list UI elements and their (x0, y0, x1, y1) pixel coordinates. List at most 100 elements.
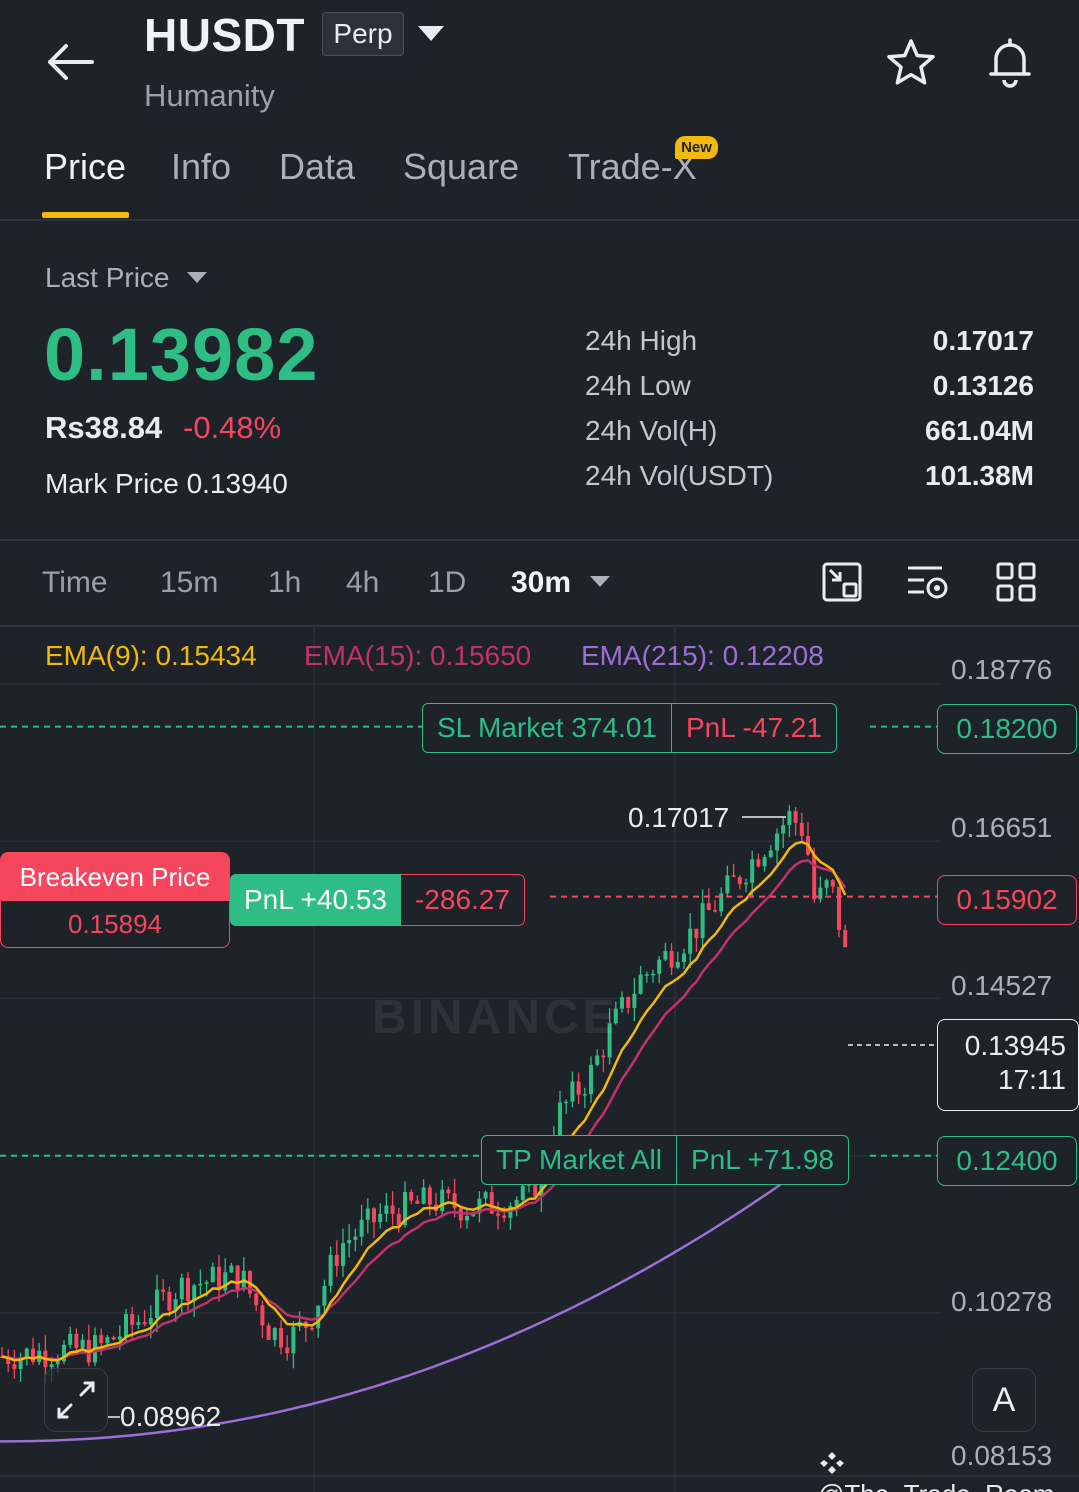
ema215-legend: EMA(215): 0.12208 (581, 640, 824, 671)
tab-price[interactable]: Price (44, 146, 126, 188)
candlestick (589, 1056, 593, 1103)
candlestick (353, 1228, 358, 1252)
axis-label: 0.16651 (951, 812, 1053, 843)
candlestick (694, 928, 699, 952)
ema9-legend: EMA(9): 0.15434 (45, 640, 257, 671)
candlestick-chart[interactable] (0, 626, 1079, 1492)
candlestick (210, 1262, 215, 1283)
candlestick (136, 1314, 141, 1330)
caret-down-icon[interactable] (187, 272, 207, 283)
candlestick (198, 1269, 203, 1295)
sl-order-box[interactable]: SL Market 374.01 PnL -47.21 (422, 703, 837, 753)
candlestick (427, 1184, 432, 1216)
interval-1h[interactable]: 1h (268, 566, 301, 600)
candlestick (843, 924, 848, 948)
bell-icon[interactable] (982, 34, 1038, 90)
binance-logo-icon (820, 1452, 844, 1474)
stat-value-24h-vol-base: 661.04M (925, 415, 1034, 446)
ema215-line (0, 1148, 831, 1443)
candlestick (12, 1349, 17, 1379)
candlestick (781, 816, 786, 849)
tab-data[interactable]: Data (279, 146, 355, 188)
candlestick (384, 1192, 389, 1223)
candlestick (93, 1327, 97, 1367)
candlestick (799, 812, 804, 844)
axis-label: 0.18776 (951, 654, 1053, 685)
candlestick (390, 1191, 395, 1226)
candlestick (663, 943, 668, 962)
interval-1d[interactable]: 1D (428, 566, 466, 600)
chart-settings-icon[interactable] (906, 560, 950, 604)
auto-scale-button[interactable]: A (972, 1368, 1036, 1432)
sl-price-tag: 0.18200 (937, 704, 1077, 754)
candlestick (688, 913, 693, 968)
candlestick (297, 1311, 302, 1332)
candlestick (434, 1192, 438, 1216)
interval-time[interactable]: Time (42, 566, 108, 600)
candlestick (775, 828, 779, 864)
candlestick (86, 1324, 91, 1367)
candlestick (111, 1335, 116, 1341)
candlestick (657, 956, 662, 984)
candlestick (731, 863, 736, 878)
symbol-title[interactable]: HUSDT (144, 8, 305, 62)
symbol-dropdown-icon[interactable] (418, 26, 444, 41)
candlestick (285, 1335, 290, 1361)
candlestick (818, 876, 823, 903)
expand-chart-button[interactable] (44, 1368, 108, 1432)
expand-arrows-icon (57, 1381, 95, 1419)
candlestick (291, 1321, 296, 1369)
candlestick (396, 1207, 401, 1233)
last-price-tag: 0.13945 17:11 (937, 1019, 1079, 1111)
candlestick (626, 996, 631, 1014)
candlestick (595, 1049, 600, 1067)
candlestick (341, 1228, 345, 1277)
candlestick (260, 1300, 265, 1339)
candlestick (372, 1207, 376, 1239)
candlestick (651, 969, 655, 983)
tp-order-box[interactable]: TP Market All PnL +71.98 (481, 1135, 849, 1185)
binance-watermark: BINANCE (372, 991, 619, 1044)
candlestick (601, 1049, 606, 1073)
candlestick (700, 889, 705, 951)
last-price-tag-value: 0.13945 (964, 1030, 1066, 1061)
candlestick (644, 971, 649, 983)
candlestick (744, 878, 748, 893)
last-price-selector[interactable]: Last Price (45, 262, 170, 294)
tab-info[interactable]: Info (171, 146, 231, 188)
candlestick (161, 1279, 166, 1301)
candlestick (217, 1255, 221, 1302)
candlestick (37, 1342, 42, 1365)
interval-30m[interactable]: 30m (511, 566, 571, 600)
candlestick (415, 1195, 420, 1205)
candlestick (254, 1292, 259, 1312)
fullscreen-chart-icon[interactable] (820, 560, 864, 604)
breakeven-price-box: Breakeven Price 0.15894 (0, 852, 230, 948)
candlestick (496, 1201, 500, 1230)
watermark: @The_Trade_Room (818, 1448, 1079, 1492)
interval-dropdown-icon[interactable] (590, 576, 610, 587)
layout-grid-icon[interactable] (994, 560, 1038, 604)
candlestick (830, 879, 835, 894)
candlestick (706, 888, 711, 911)
candlestick (365, 1198, 370, 1234)
candlestick (378, 1203, 383, 1229)
star-icon[interactable] (884, 36, 938, 90)
interval-15m[interactable]: 15m (160, 566, 218, 600)
position-quantity: -286.27 (400, 874, 525, 926)
candlestick (725, 865, 730, 896)
candlestick (756, 853, 761, 868)
sl-order-pnl: PnL -47.21 (670, 704, 836, 752)
contract-type-badge[interactable]: Perp (322, 12, 404, 56)
candlestick (564, 1099, 569, 1115)
back-arrow-icon[interactable] (44, 40, 96, 84)
candlestick (446, 1186, 451, 1199)
stat-label-24h-high: 24h High (585, 325, 698, 356)
tab-square[interactable]: Square (403, 146, 519, 188)
position-box[interactable]: PnL +40.53 -286.27 (230, 874, 525, 926)
interval-4h[interactable]: 4h (346, 566, 379, 600)
price-change-percent: -0.48% (183, 410, 282, 445)
candlestick (793, 807, 798, 836)
candlestick (576, 1072, 581, 1104)
candlestick (359, 1204, 364, 1246)
